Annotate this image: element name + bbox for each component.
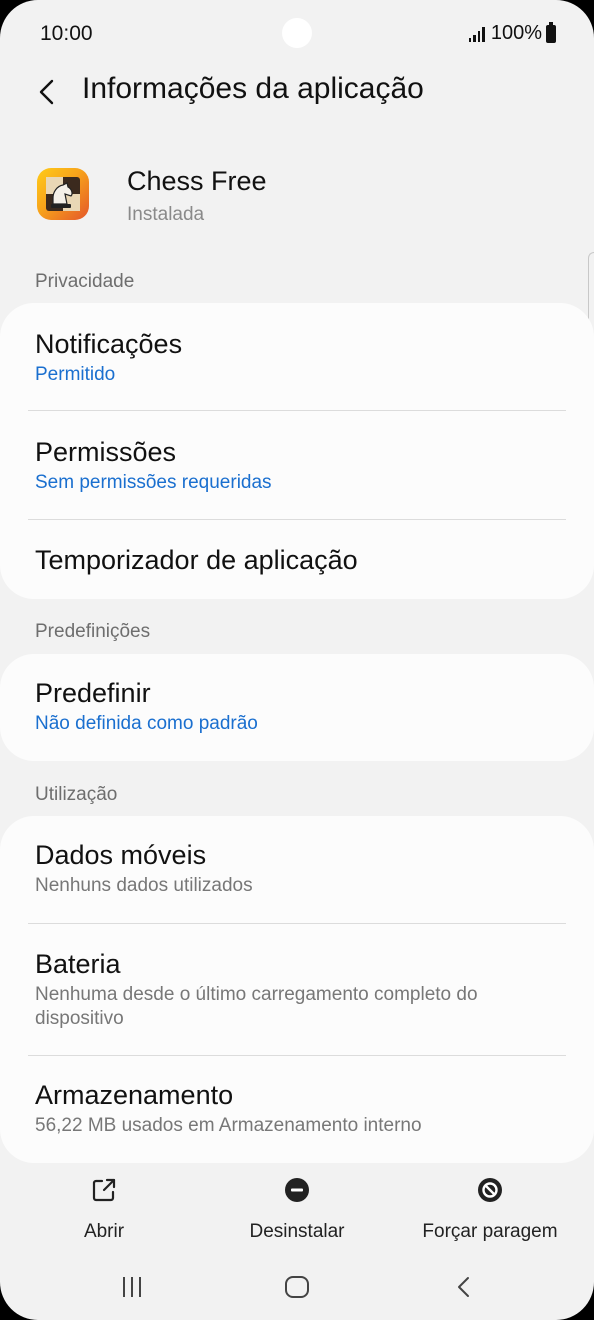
- uninstall-button[interactable]: Desinstalar: [207, 1170, 387, 1243]
- battery-item[interactable]: Bateria Nenhuma desde o último carregame…: [35, 947, 559, 1031]
- mobile-data-subtitle: Nenhuns dados utilizados: [35, 875, 253, 896]
- defaults-card: Predefinir Não definida como padrão: [0, 654, 594, 761]
- set-default-title: Predefinir: [35, 678, 151, 708]
- app-timer-item[interactable]: Temporizador de aplicação: [35, 543, 559, 577]
- divider: [28, 1055, 566, 1056]
- uninstall-label: Desinstalar: [249, 1221, 345, 1242]
- battery-percent: 100%: [490, 22, 542, 44]
- recent-apps-icon: [123, 1277, 141, 1297]
- back-icon: [458, 1277, 469, 1297]
- permissions-item[interactable]: Permissões Sem permissões requeridas: [35, 435, 559, 495]
- permissions-subtitle: Sem permissões requeridas: [35, 472, 272, 493]
- section-privacy: Privacidade: [35, 271, 135, 292]
- open-label: Abrir: [83, 1221, 125, 1242]
- force-stop-button[interactable]: Forçar paragem: [400, 1170, 580, 1243]
- nav-back-button[interactable]: [449, 1272, 479, 1302]
- app-bar: Informações da aplicação: [0, 60, 594, 124]
- storage-item[interactable]: Armazenamento 56,22 MB usados em Armazen…: [35, 1078, 559, 1138]
- open-external-icon: [92, 1178, 116, 1202]
- storage-subtitle: 56,22 MB usados em Armazenamento interno: [35, 1115, 422, 1136]
- chevron-left-icon: [39, 79, 54, 105]
- open-button[interactable]: Abrir: [14, 1170, 194, 1243]
- home-icon: [285, 1276, 309, 1298]
- app-name: Chess Free: [127, 166, 267, 196]
- privacy-card: Notificações Permitido Permissões Sem pe…: [0, 303, 594, 599]
- screen: 10:00 100% Informações da aplicação Ches…: [0, 0, 594, 1320]
- chess-app-icon: [37, 168, 89, 220]
- notifications-subtitle: Permitido: [35, 364, 116, 385]
- divider: [28, 519, 566, 520]
- set-default-subtitle: Não definida como padrão: [35, 713, 258, 734]
- recent-apps-button[interactable]: [117, 1272, 147, 1302]
- notifications-title: Notificações: [35, 329, 183, 359]
- navigation-bar: [0, 1258, 594, 1314]
- notifications-item[interactable]: Notificações Permitido: [35, 327, 559, 387]
- action-bar: Abrir Desinstalar Forçar paragem: [0, 1170, 594, 1250]
- block-circle-icon: [478, 1178, 502, 1202]
- set-default-item[interactable]: Predefinir Não definida como padrão: [35, 676, 559, 736]
- battery-subtitle: Nenhuma desde o último carregamento comp…: [35, 984, 478, 1029]
- page-title: Informações da aplicação: [82, 72, 424, 105]
- app-install-status: Instalada: [127, 204, 205, 225]
- storage-title: Armazenamento: [35, 1080, 234, 1110]
- minus-circle-icon: [285, 1178, 309, 1202]
- force-stop-label: Forçar paragem: [422, 1221, 558, 1242]
- section-usage: Utilização: [35, 784, 118, 805]
- divider: [28, 410, 566, 411]
- signal-icon: [468, 26, 485, 42]
- section-defaults: Predefinições: [35, 621, 151, 642]
- home-button[interactable]: [282, 1272, 312, 1302]
- usage-card: Dados móveis Nenhuns dados utilizados Ba…: [0, 816, 594, 1163]
- permissions-title: Permissões: [35, 437, 177, 467]
- back-button[interactable]: [30, 72, 70, 112]
- battery-icon: [546, 21, 556, 43]
- mobile-data-item[interactable]: Dados móveis Nenhuns dados utilizados: [35, 838, 559, 898]
- status-indicators: 100%: [468, 21, 556, 45]
- app-timer-title: Temporizador de aplicação: [35, 545, 358, 575]
- status-time: 10:00: [40, 22, 93, 45]
- divider: [28, 923, 566, 924]
- battery-title: Bateria: [35, 949, 121, 979]
- mobile-data-title: Dados móveis: [35, 840, 207, 870]
- camera-cutout: [282, 18, 312, 48]
